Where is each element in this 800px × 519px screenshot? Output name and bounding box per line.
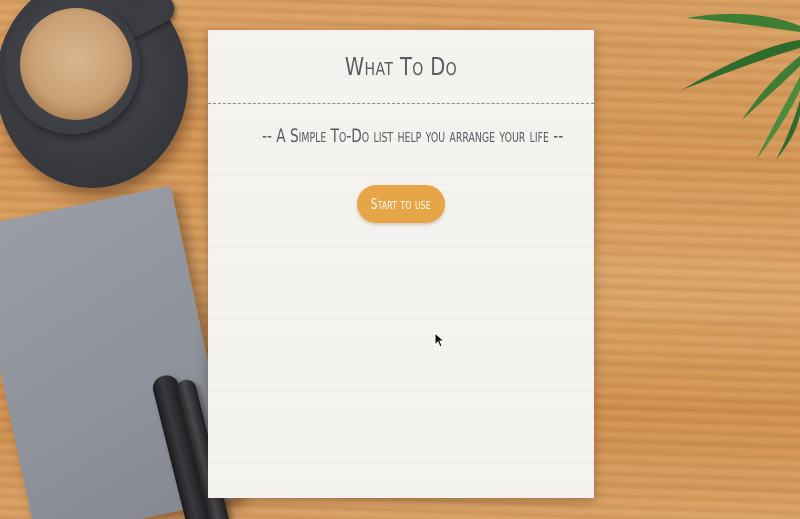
app-title: What To Do <box>344 52 458 81</box>
mouse-pointer-icon <box>434 332 444 348</box>
todo-card: What To Do -- A Simple To-Do list help y… <box>208 30 594 498</box>
app-tagline: -- A Simple To-Do list help you arrange … <box>262 125 564 147</box>
title-divider <box>208 103 594 104</box>
plant-leaves <box>682 13 800 160</box>
start-button-label: Start to use <box>370 195 432 213</box>
coffee-cup <box>4 0 140 134</box>
start-button[interactable]: Start to use <box>357 185 445 223</box>
coffee <box>20 8 132 120</box>
